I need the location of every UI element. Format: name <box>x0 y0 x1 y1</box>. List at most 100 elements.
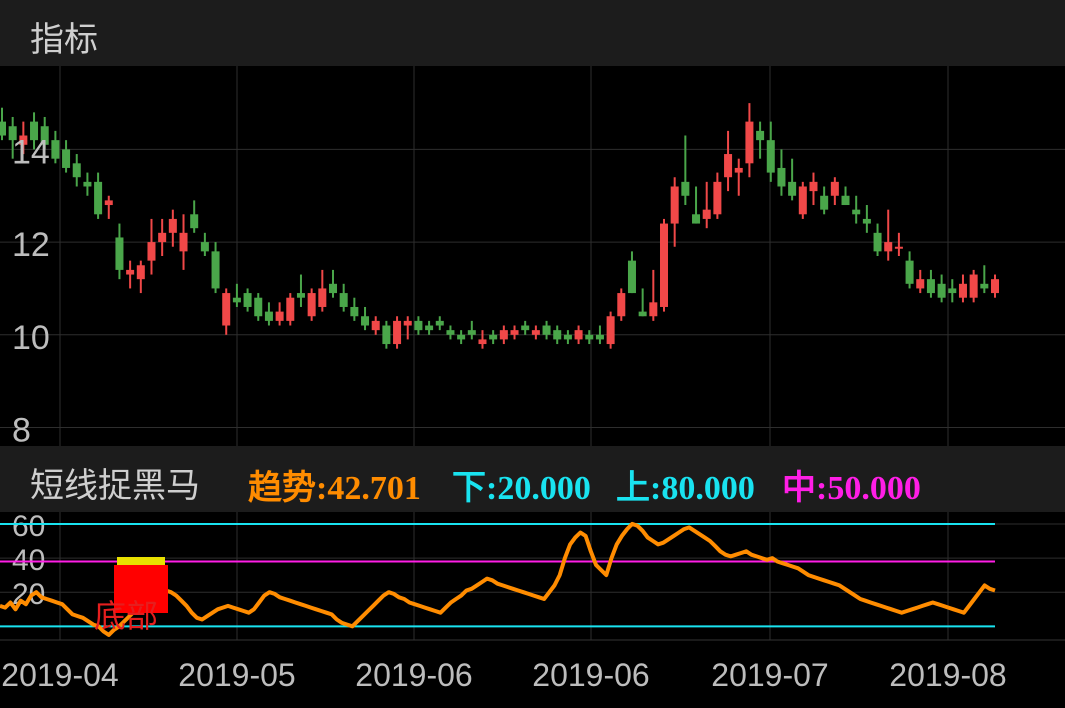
candle-body <box>830 181 839 196</box>
candle-body <box>627 260 636 294</box>
candle-body <box>435 320 444 326</box>
candle-body <box>521 325 530 331</box>
candle-body <box>136 265 145 280</box>
candle-body <box>916 279 925 289</box>
candle-body <box>243 293 252 307</box>
candle-body <box>745 121 754 164</box>
candle-body <box>531 330 540 335</box>
price-candles <box>0 103 1000 349</box>
candle-body <box>478 339 487 345</box>
candle-body <box>254 297 263 317</box>
candle-body <box>873 232 882 252</box>
candle-body <box>393 320 402 345</box>
candle-body <box>115 237 124 270</box>
candle-body <box>51 140 60 159</box>
candle-body <box>702 209 711 219</box>
price-y-tick-label: 10 <box>12 319 50 357</box>
candle-body <box>126 269 135 275</box>
candle-body <box>958 283 967 298</box>
candle-body <box>62 149 71 168</box>
candle-body <box>937 283 946 298</box>
candle-body <box>905 260 914 284</box>
candle-body <box>563 334 572 340</box>
candle-body <box>692 214 701 224</box>
candle-body <box>574 330 583 340</box>
candle-body <box>425 325 434 331</box>
candle-body <box>489 334 498 340</box>
candle-body <box>328 283 338 294</box>
candle-body <box>617 293 626 317</box>
date-tick-label: 2019-08 <box>889 657 1006 693</box>
candle-body <box>339 293 348 307</box>
date-tick-label: 2019-04 <box>1 657 118 693</box>
candle-body <box>852 209 861 215</box>
candle-body <box>990 279 1000 294</box>
date-tick-label: 2019-06 <box>355 657 472 693</box>
candle-body <box>94 181 103 215</box>
candle-body <box>542 325 551 335</box>
candle-body <box>275 311 284 321</box>
candle-body <box>467 330 476 335</box>
candle-body <box>585 334 594 340</box>
candle-body <box>948 288 957 294</box>
candle-body <box>595 334 604 340</box>
candle-body <box>361 316 370 326</box>
candle-body <box>200 242 209 252</box>
candle-body <box>756 130 765 141</box>
candle-body <box>414 320 423 331</box>
candle-body <box>190 214 199 229</box>
candle-body <box>72 163 81 178</box>
candle-body <box>382 325 391 345</box>
indicator-y-tick-label: 60 <box>12 510 45 543</box>
candle-body <box>179 232 188 252</box>
candle-body <box>104 200 113 206</box>
candle-body <box>681 181 690 196</box>
candle-body <box>264 311 273 321</box>
candle-body <box>296 293 305 298</box>
candle-body <box>798 186 807 215</box>
candle-body <box>606 316 615 345</box>
candle-body <box>232 297 241 303</box>
price-y-ticks: 14 12 10 8 <box>12 133 50 449</box>
price-y-tick-label: 8 <box>12 411 31 449</box>
stock-chart[interactable]: 1412108 604020 底部 2019-04 2019-05 2019-06 2… <box>0 0 1065 708</box>
candle-body <box>734 167 743 173</box>
date-axis: 2019-04 2019-05 2019-06 2019-06 2019-07 2019-… <box>1 657 1006 693</box>
candle-body <box>158 232 167 243</box>
candle-body <box>553 330 562 340</box>
price-y-tick-label: 12 <box>12 226 50 264</box>
bottom-annotation: 底部 <box>94 557 168 634</box>
price-grid <box>0 66 1065 446</box>
candle-body <box>788 181 797 196</box>
candle-body <box>659 223 669 307</box>
candle-body <box>307 293 316 317</box>
candle-body <box>638 311 647 317</box>
candle-body <box>926 279 935 294</box>
candle-body <box>510 330 519 335</box>
candle-body <box>286 297 295 321</box>
candle-body <box>222 293 231 326</box>
candle-body <box>670 186 679 224</box>
candle-body <box>777 167 786 187</box>
candle-body <box>713 181 722 215</box>
candle-body <box>318 288 327 307</box>
candle-body <box>147 242 156 261</box>
candle-body <box>350 306 359 317</box>
candle-body <box>980 283 989 289</box>
candle-body <box>724 154 733 178</box>
date-tick-label: 2019-07 <box>711 657 828 693</box>
candle-body <box>83 181 92 187</box>
candle-body <box>884 242 893 252</box>
candle-body <box>0 121 7 136</box>
candle-body <box>499 330 508 340</box>
candle-body <box>766 140 775 173</box>
candle-body <box>969 274 978 298</box>
candle-body <box>168 218 177 233</box>
candle-body <box>894 246 903 249</box>
candle-body <box>809 181 818 192</box>
candle-body <box>371 320 380 331</box>
candle-body <box>820 195 829 210</box>
price-y-tick-label: 14 <box>12 133 50 171</box>
candle-body <box>862 218 871 224</box>
date-tick-label: 2019-06 <box>532 657 649 693</box>
